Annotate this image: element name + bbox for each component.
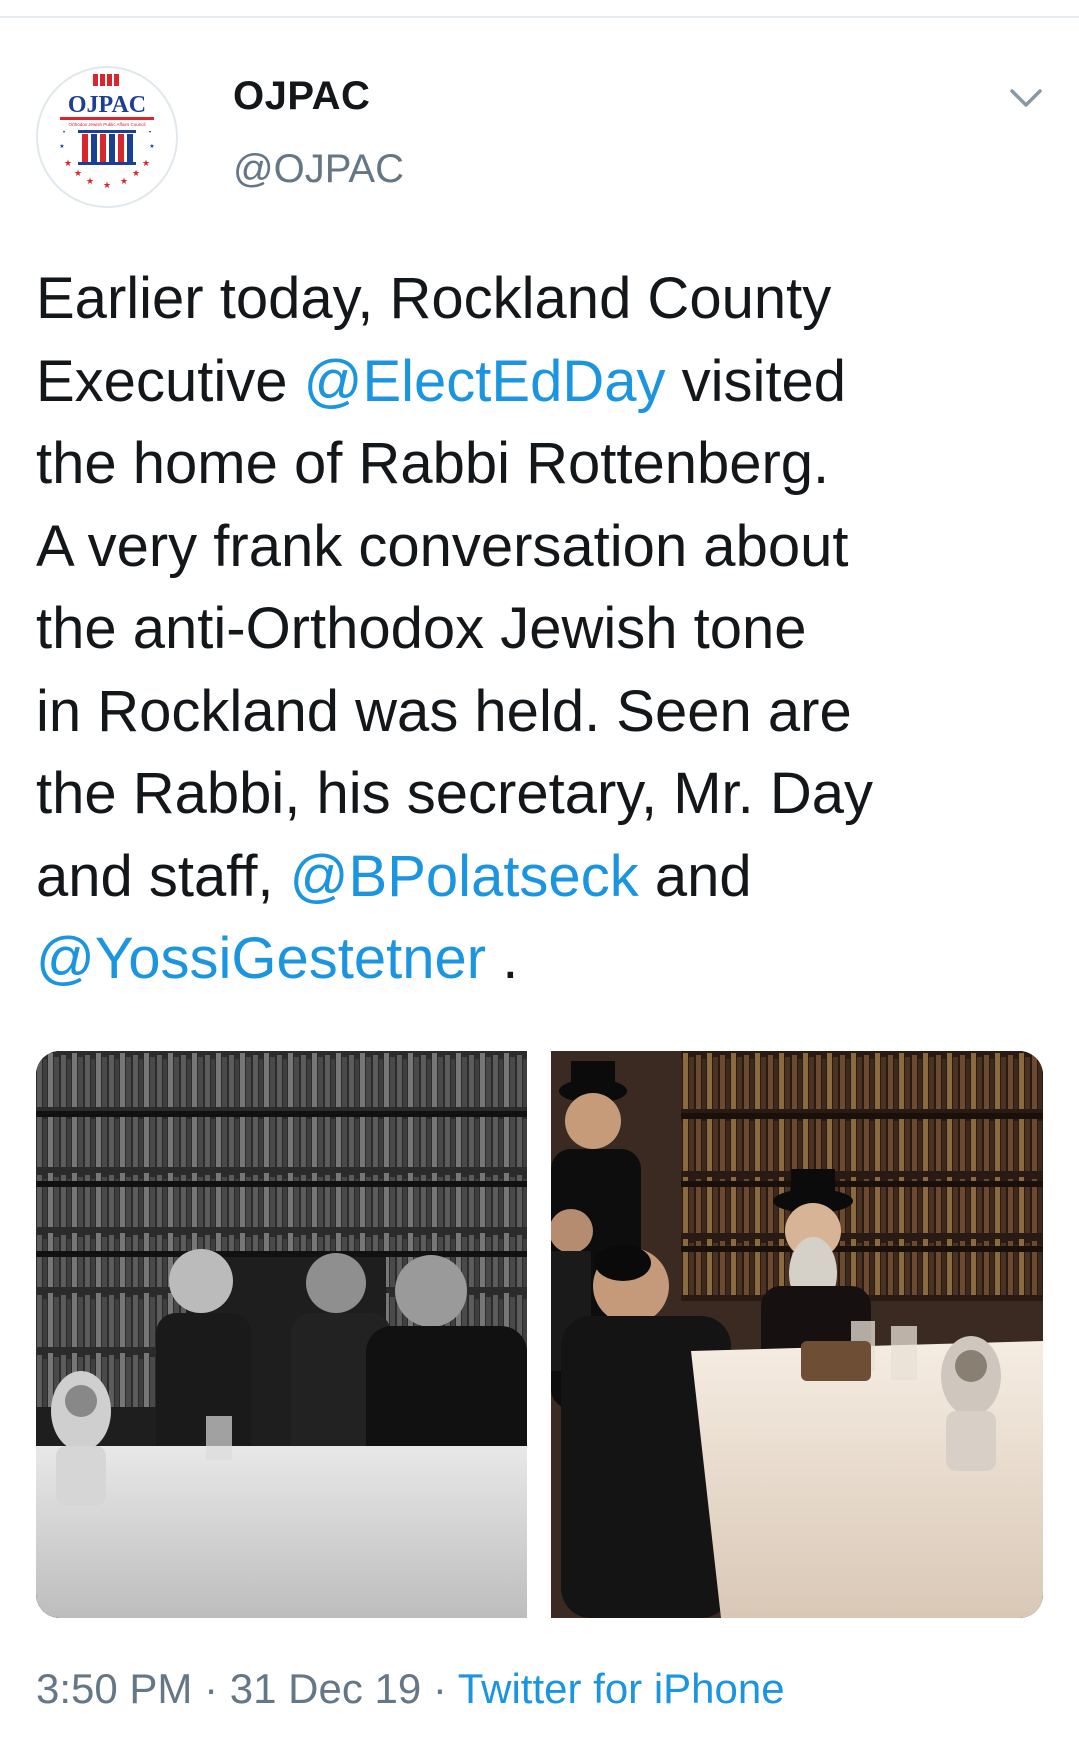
chevron-down-icon xyxy=(1010,89,1042,107)
tweet-text-segment: Executive xyxy=(36,348,304,414)
ojpac-logo-icon: OJPAC Orthodox Jewish Public Affairs Cou… xyxy=(39,69,175,205)
svg-text:★: ★ xyxy=(59,143,64,150)
tweet-text-line: Earlier today, Rockland County xyxy=(36,266,832,331)
svg-text:★: ★ xyxy=(149,143,154,150)
svg-text:★: ★ xyxy=(120,177,128,187)
tweet-time[interactable]: 3:50 PM xyxy=(36,1665,192,1712)
meta-separator: · xyxy=(421,1665,458,1712)
tweet-text-segment: and xyxy=(638,843,752,909)
media-photo-2[interactable] xyxy=(551,1051,1043,1618)
tweet-text: Earlier today, Rockland County Executive… xyxy=(36,258,1046,1001)
tweet-media xyxy=(36,1051,1043,1618)
avatar[interactable]: OJPAC Orthodox Jewish Public Affairs Cou… xyxy=(36,66,178,208)
tweet-meta: 3:50 PM · 31 Dec 19 · Twitter for iPhone xyxy=(36,1665,785,1713)
tweet-menu-button[interactable] xyxy=(1006,82,1046,114)
mention-link-bpolatseck[interactable]: @BPolatseck xyxy=(290,844,639,909)
mention-link-yossigestetner[interactable]: @YossiGestetner xyxy=(36,926,486,991)
svg-text:★: ★ xyxy=(103,181,111,191)
tweet-text-line: A very frank conversation about xyxy=(36,513,849,579)
tweet-text-line: the anti-Orthodox Jewish tone xyxy=(36,596,807,661)
svg-text:OJPAC: OJPAC xyxy=(68,92,146,118)
tweet-source-link[interactable]: Twitter for iPhone xyxy=(458,1665,785,1712)
top-divider xyxy=(0,16,1079,18)
display-name[interactable]: OJPAC xyxy=(233,74,370,119)
tweet-text-line: the home of Rabbi Rottenberg. xyxy=(36,431,830,496)
svg-text:•: • xyxy=(148,129,152,136)
photo-2-image xyxy=(551,1051,1043,1618)
tweet-text-segment: visited xyxy=(665,348,846,414)
tweet-text-line: in Rockland was held. Seen are xyxy=(36,678,852,744)
meta-separator: · xyxy=(192,1665,230,1712)
svg-text:★: ★ xyxy=(132,169,140,179)
media-photo-1[interactable] xyxy=(36,1051,527,1618)
photo-1-image xyxy=(36,1051,527,1618)
svg-text:★: ★ xyxy=(142,159,150,169)
svg-text:★: ★ xyxy=(74,169,82,179)
tweet-text-segment: and staff, xyxy=(36,843,290,909)
svg-text:•: • xyxy=(62,129,66,136)
tweet-text-segment: . xyxy=(486,926,519,991)
svg-text:Orthodox Jewish Public Affairs: Orthodox Jewish Public Affairs Council xyxy=(69,122,146,127)
user-handle[interactable]: @OJPAC xyxy=(233,147,404,192)
mention-link-electedday[interactable]: @ElectEdDay xyxy=(304,349,666,414)
svg-text:★: ★ xyxy=(86,177,94,187)
tweet-text-line: the Rabbi, his secretary, Mr. Day xyxy=(36,761,874,826)
tweet-date[interactable]: 31 Dec 19 xyxy=(230,1665,421,1712)
svg-text:★: ★ xyxy=(64,159,72,169)
